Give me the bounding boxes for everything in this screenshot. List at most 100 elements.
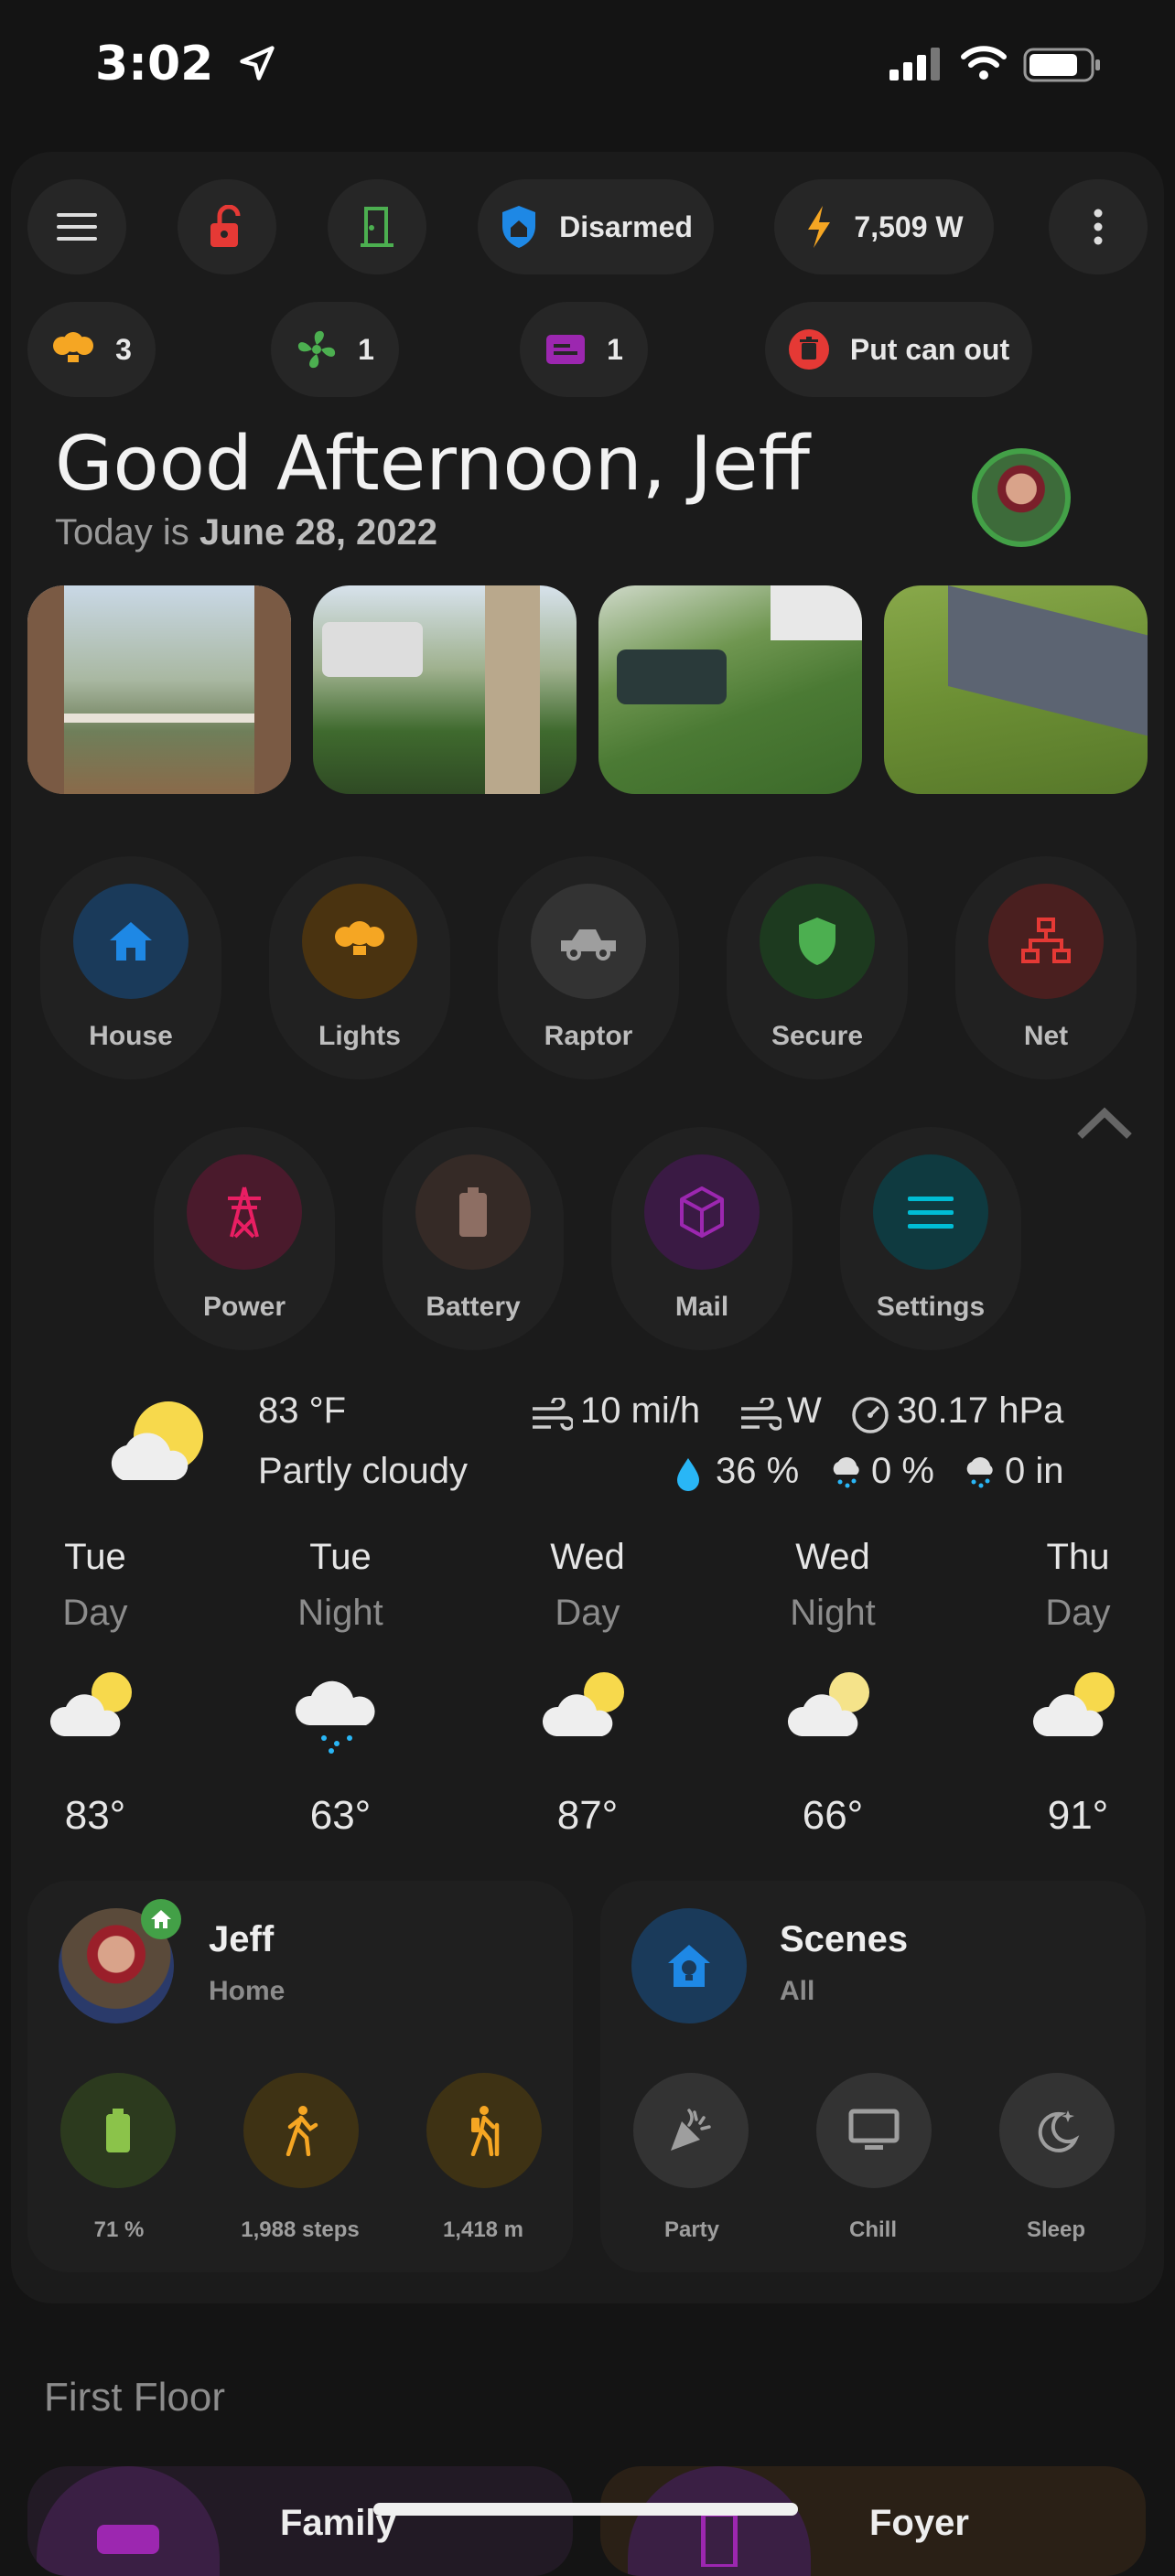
wind-direction: W [787, 1390, 822, 1431]
person-name: Jeff [209, 1919, 275, 1959]
lights-on-chip[interactable]: 3 [27, 302, 156, 397]
shield-icon [799, 918, 835, 965]
chevron-up-icon[interactable] [1076, 1105, 1133, 1142]
scene-label: Party [663, 2217, 720, 2242]
lightbulb-group-icon [53, 332, 94, 362]
lightbulb-group-icon [335, 921, 384, 955]
scenes-subtitle: All [780, 1976, 815, 2006]
gauge-icon [852, 1397, 889, 1433]
scene-sleep-button[interactable] [999, 2073, 1115, 2188]
menu-icon [908, 1197, 954, 1229]
partly-cloudy-icon [1032, 1672, 1115, 1736]
wind-icon [533, 1398, 573, 1431]
scene-label: Chill [849, 2217, 897, 2242]
tile-battery[interactable]: Battery [383, 1127, 564, 1350]
network-icon [1021, 918, 1071, 963]
water-drop-icon [677, 1458, 699, 1491]
more-button[interactable] [1049, 179, 1148, 274]
status-time: 3:02 [95, 37, 277, 91]
package-icon [680, 1186, 724, 1238]
room-icon-circle [37, 2466, 220, 2576]
walk-icon [286, 2106, 318, 2156]
trash-chip[interactable]: Put can out [765, 302, 1032, 397]
wifi-icon [961, 46, 1007, 80]
battery-value: 71 % [93, 2217, 145, 2242]
rain-chance-icon [833, 1457, 859, 1488]
mail-chip[interactable]: 1 [520, 302, 648, 397]
steps-value: 1,988 steps [241, 2217, 360, 2242]
fan-icon [297, 330, 336, 369]
tile-mail[interactable]: Mail [611, 1127, 792, 1350]
precipitation: 0 in [1005, 1451, 1064, 1491]
mail-count: 1 [607, 332, 623, 366]
forecast-day: Tue Day 83° [22, 1537, 168, 1838]
scene-chill-button[interactable] [816, 2073, 932, 2188]
camera-side-yard[interactable] [884, 585, 1148, 794]
party-popper-icon [671, 2109, 711, 2151]
battery-icon [106, 2109, 130, 2152]
partly-cloudy-night-icon [787, 1672, 869, 1736]
home-icon [110, 922, 152, 961]
camera-driveway[interactable] [313, 585, 577, 794]
home-badge [141, 1899, 181, 1939]
person-state: Home [209, 1976, 286, 2006]
truck-icon [561, 929, 616, 961]
scene-party-button[interactable] [633, 2073, 749, 2188]
signal-icon [889, 48, 940, 80]
camera-yard-front[interactable] [598, 585, 862, 794]
partly-cloudy-icon [49, 1672, 132, 1736]
monitor-icon [848, 2109, 900, 2150]
scenes-icon-circle [631, 1908, 747, 2023]
floor-title: First Floor [44, 2375, 225, 2420]
pressure: 30.17 hPa [897, 1390, 1064, 1431]
user-avatar[interactable] [972, 448, 1071, 547]
trash-can-icon [788, 329, 829, 370]
tile-secure[interactable]: Secure [727, 856, 908, 1079]
sofa-icon [97, 2525, 159, 2554]
camera-porch[interactable] [27, 585, 291, 794]
home-lightbulb-icon [668, 1945, 710, 1987]
battery-icon [459, 1187, 487, 1237]
tile-settings[interactable]: Settings [840, 1127, 1021, 1350]
partly-cloudy-icon [542, 1672, 624, 1736]
scenes-card[interactable]: Scenes All Party Chill Sleep [600, 1881, 1146, 2272]
home-indicator[interactable] [373, 2503, 798, 2516]
person-card[interactable]: Jeff Home 71 % 1,988 steps 1,418 m [27, 1881, 573, 2272]
distance-badge[interactable] [426, 2073, 542, 2188]
alarm-chip[interactable]: Disarmed [478, 179, 714, 274]
shield-home-icon [502, 206, 536, 248]
tile-net[interactable]: Net [955, 856, 1137, 1079]
tile-raptor[interactable]: Raptor [498, 856, 679, 1079]
forecast-day: Thu Day 91° [1005, 1537, 1151, 1838]
forecast-day: Wed Night 66° [760, 1537, 906, 1838]
rainy-icon [295, 1680, 375, 1754]
steps-badge[interactable] [243, 2073, 359, 2188]
wind-direction-icon [741, 1398, 782, 1431]
tile-power[interactable]: Power [154, 1127, 335, 1350]
precip-probability: 0 % [871, 1451, 934, 1491]
phone-battery-badge[interactable] [60, 2073, 176, 2188]
lock-open-icon [210, 205, 241, 247]
forecast-day: Tue Night 63° [267, 1537, 414, 1838]
humidity: 36 % [716, 1451, 800, 1491]
power-chip[interactable]: 7,509 W [774, 179, 994, 274]
fans-on-chip[interactable]: 1 [271, 302, 399, 397]
greeting-title: Good Afternoon, Jeff [55, 421, 811, 508]
tile-house[interactable]: House [40, 856, 221, 1079]
door-button[interactable] [328, 179, 426, 274]
dots-vertical-icon [1094, 209, 1103, 245]
room-card-family[interactable]: Family [27, 2466, 573, 2576]
door-open-icon [361, 207, 393, 247]
trash-label: Put can out [849, 332, 1010, 366]
partly-cloudy-icon [111, 1401, 203, 1480]
room-card-foyer[interactable]: Foyer [600, 2466, 1146, 2576]
scenes-title: Scenes [780, 1919, 909, 1959]
menu-button[interactable] [27, 179, 126, 274]
location-arrow-icon [240, 46, 275, 80]
lock-button[interactable] [178, 179, 276, 274]
wind-speed: 10 mi/h [580, 1390, 701, 1431]
rain-amount-icon [966, 1457, 993, 1488]
lights-count: 3 [115, 332, 132, 366]
tile-lights[interactable]: Lights [269, 856, 450, 1079]
flash-icon [808, 206, 831, 248]
